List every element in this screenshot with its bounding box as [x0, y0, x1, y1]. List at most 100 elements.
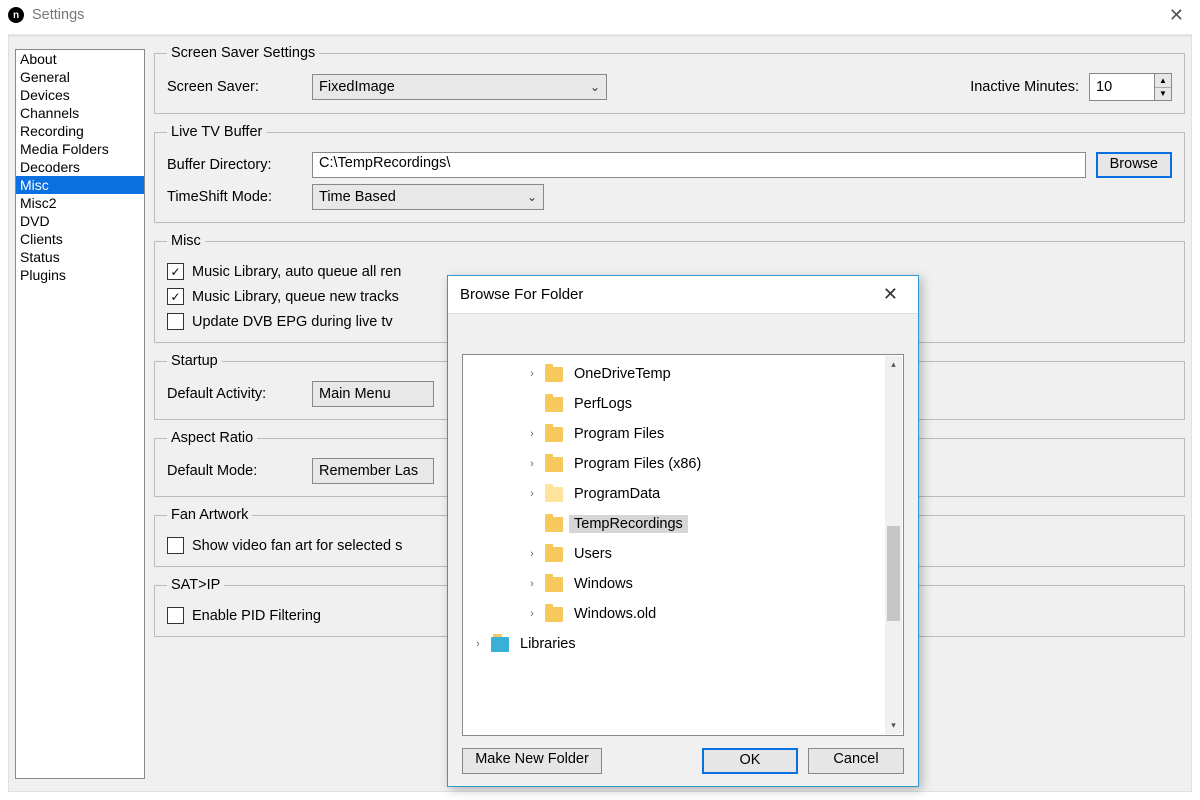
misc-checkbox-2-label: Music Library, queue new tracks	[192, 289, 399, 305]
checkbox-icon: ✓	[167, 288, 184, 305]
sidebar-item-about[interactable]: About	[16, 50, 144, 68]
tree-item[interactable]: ›OneDriveTemp	[463, 359, 903, 389]
checkbox-icon	[167, 313, 184, 330]
sidebar-item-misc[interactable]: Misc	[16, 176, 144, 194]
folder-icon	[545, 517, 563, 532]
screensaver-legend: Screen Saver Settings	[167, 45, 319, 61]
sidebar-item-media-folders[interactable]: Media Folders	[16, 140, 144, 158]
screensaver-group: Screen Saver Settings Screen Saver: Fixe…	[154, 45, 1185, 114]
inactive-minutes-label: Inactive Minutes:	[970, 79, 1079, 95]
tree-item-label: Libraries	[515, 635, 581, 653]
screensaver-combo[interactable]: FixedImage ⌄	[312, 74, 607, 100]
make-new-folder-button[interactable]: Make New Folder	[462, 748, 602, 774]
sidebar-item-decoders[interactable]: Decoders	[16, 158, 144, 176]
timeshift-combo[interactable]: Time Based ⌄	[312, 184, 544, 210]
cancel-button[interactable]: Cancel	[808, 748, 904, 774]
sidebar-item-clients[interactable]: Clients	[16, 230, 144, 248]
startup-label: Default Activity:	[167, 386, 312, 402]
folder-icon	[545, 607, 563, 622]
tree-item[interactable]: TempRecordings	[463, 509, 903, 539]
expander-icon[interactable]: ›	[523, 608, 541, 620]
folder-icon	[545, 547, 563, 562]
misc-checkbox-3-label: Update DVB EPG during live tv	[192, 314, 393, 330]
expander-icon[interactable]: ›	[523, 488, 541, 500]
window-titlebar: n Settings ✕	[0, 0, 1200, 30]
sidebar-item-status[interactable]: Status	[16, 248, 144, 266]
spinner-up-icon[interactable]: ▲	[1155, 74, 1171, 88]
expander-icon[interactable]: ›	[469, 638, 487, 650]
fanart-checkbox-label: Show video fan art for selected s	[192, 538, 402, 554]
window-close-button[interactable]: ✕	[1161, 5, 1192, 26]
folder-icon	[545, 487, 563, 502]
browse-button[interactable]: Browse	[1096, 152, 1172, 178]
buffer-group: Live TV Buffer Buffer Directory: C:\Temp…	[154, 124, 1185, 223]
tree-item-label: PerfLogs	[569, 395, 637, 413]
folder-icon	[545, 427, 563, 442]
expander-icon[interactable]: ›	[523, 458, 541, 470]
expander-icon[interactable]: ›	[523, 368, 541, 380]
spinner-down-icon[interactable]: ▼	[1155, 88, 1171, 101]
window-title: Settings	[32, 7, 84, 23]
tree-item[interactable]: ›Windows.old	[463, 599, 903, 629]
aspect-combo-value: Remember Las	[319, 463, 418, 479]
misc-legend: Misc	[167, 233, 205, 249]
satip-legend: SAT>IP	[167, 577, 224, 593]
misc-checkbox-1-label: Music Library, auto queue all ren	[192, 264, 401, 280]
chevron-down-icon: ⌄	[590, 80, 600, 94]
folder-tree[interactable]: ›OneDriveTempPerfLogs›Program Files›Prog…	[462, 354, 904, 736]
folder-icon	[545, 367, 563, 382]
checkbox-icon	[167, 537, 184, 554]
aspect-label: Default Mode:	[167, 463, 312, 479]
inactive-minutes-value[interactable]: 10	[1090, 74, 1154, 100]
scroll-thumb[interactable]	[887, 526, 900, 621]
tree-item-label: TempRecordings	[569, 515, 688, 533]
folder-icon	[545, 397, 563, 412]
chevron-down-icon: ⌄	[527, 190, 537, 204]
tree-item[interactable]: ›Windows	[463, 569, 903, 599]
tree-item[interactable]: PerfLogs	[463, 389, 903, 419]
libraries-icon	[491, 637, 509, 652]
folder-icon	[545, 577, 563, 592]
sidebar-item-misc2[interactable]: Misc2	[16, 194, 144, 212]
tree-item-label: ProgramData	[569, 485, 665, 503]
tree-item[interactable]: ›Users	[463, 539, 903, 569]
ok-button[interactable]: OK	[702, 748, 798, 774]
buffer-dir-label: Buffer Directory:	[167, 157, 312, 173]
settings-sidebar[interactable]: AboutGeneralDevicesChannelsRecordingMedi…	[15, 49, 145, 779]
expander-icon[interactable]: ›	[523, 548, 541, 560]
tree-item[interactable]: › Libraries	[463, 629, 903, 659]
timeshift-combo-value: Time Based	[319, 189, 396, 205]
screensaver-label: Screen Saver:	[167, 79, 312, 95]
tree-item[interactable]: ›Program Files (x86)	[463, 449, 903, 479]
aspect-legend: Aspect Ratio	[167, 430, 257, 446]
tree-item[interactable]: › Program Files	[463, 419, 903, 449]
dialog-title: Browse For Folder	[460, 286, 583, 303]
scroll-up-icon[interactable]: ▴	[885, 356, 902, 373]
tree-item[interactable]: › ProgramData	[463, 479, 903, 509]
dialog-close-button[interactable]: ✕	[875, 284, 906, 305]
sidebar-item-channels[interactable]: Channels	[16, 104, 144, 122]
sidebar-item-devices[interactable]: Devices	[16, 86, 144, 104]
expander-icon[interactable]: ›	[523, 578, 541, 590]
dialog-titlebar: Browse For Folder ✕	[448, 276, 918, 313]
startup-combo-value: Main Menu	[319, 386, 391, 402]
aspect-combo[interactable]: Remember Las	[312, 458, 434, 484]
buffer-dir-input[interactable]: C:\TempRecordings\	[312, 152, 1086, 178]
sidebar-item-recording[interactable]: Recording	[16, 122, 144, 140]
expander-icon[interactable]: ›	[523, 428, 541, 440]
tree-scrollbar[interactable]: ▴ ▾	[885, 356, 902, 734]
sidebar-item-dvd[interactable]: DVD	[16, 212, 144, 230]
buffer-legend: Live TV Buffer	[167, 124, 266, 140]
inactive-minutes-spinner[interactable]: 10 ▲ ▼	[1089, 73, 1172, 101]
sidebar-item-plugins[interactable]: Plugins	[16, 266, 144, 284]
scroll-down-icon[interactable]: ▾	[885, 717, 902, 734]
browse-folder-dialog: Browse For Folder ✕ ›OneDriveTemp PerfLog…	[447, 275, 919, 787]
checkbox-icon	[167, 607, 184, 624]
startup-legend: Startup	[167, 353, 222, 369]
startup-combo[interactable]: Main Menu	[312, 381, 434, 407]
checkbox-icon: ✓	[167, 263, 184, 280]
sidebar-item-general[interactable]: General	[16, 68, 144, 86]
tree-item-label: Program Files	[569, 425, 669, 443]
fanart-legend: Fan Artwork	[167, 507, 252, 523]
app-icon: n	[8, 7, 24, 23]
